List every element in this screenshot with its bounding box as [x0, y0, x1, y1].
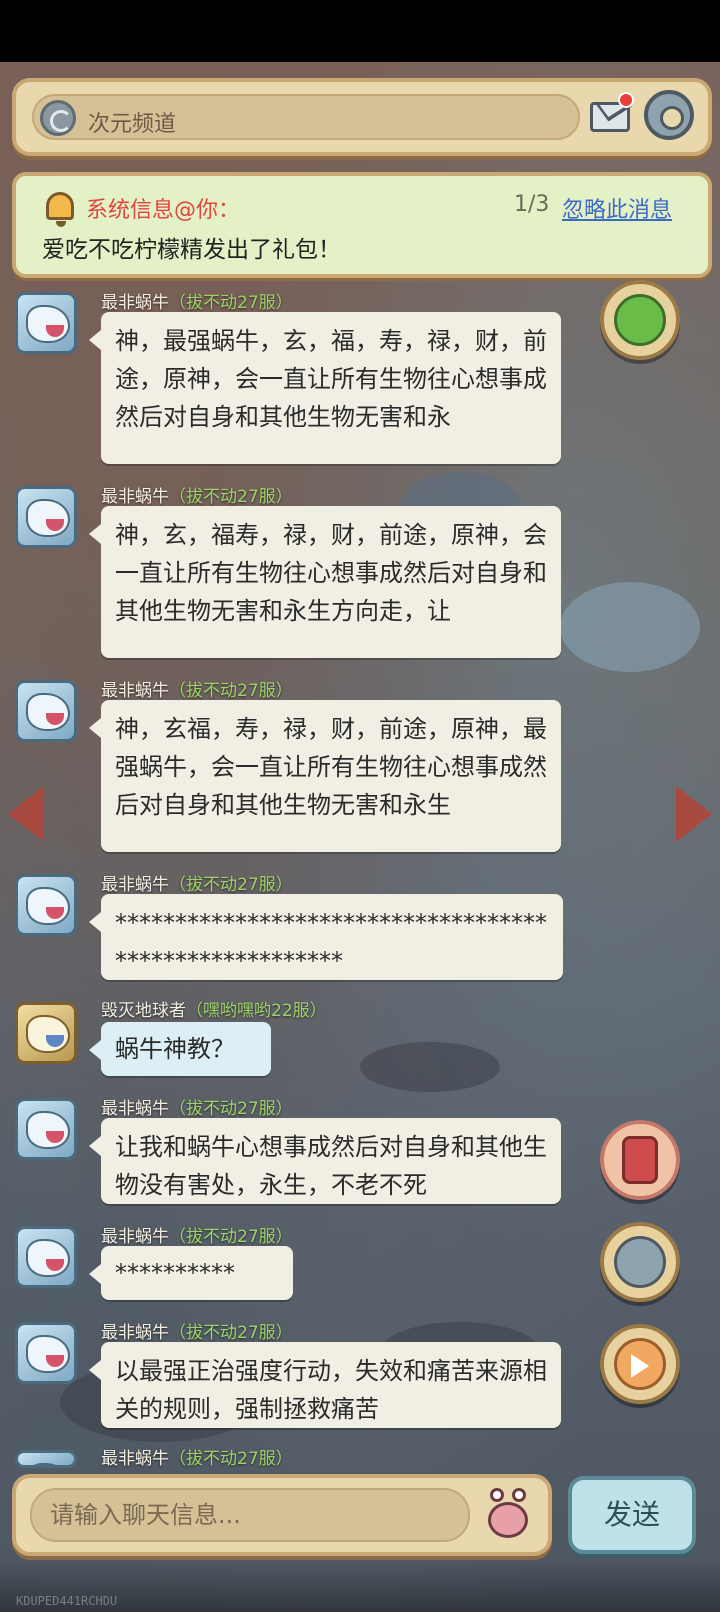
sender-name: 最非蜗牛（拔不动27服）	[101, 293, 293, 313]
message-bubble: 神，玄，福寿，禄，财，前途，原神，会一直让所有生物往心想事成然后对自身和其他生物…	[89, 506, 561, 658]
sender-name: 最非蜗牛（拔不动27服）	[101, 681, 293, 701]
message-bubble: 神，玄福，寿，禄，财，前途，原神，最强蜗牛，会一直让所有生物往心想事成然后对自身…	[89, 700, 561, 852]
ignore-message-link[interactable]: 忽略此消息	[562, 192, 672, 224]
sender-name: 最非蜗牛（拔不动27服）	[101, 1227, 293, 1247]
corner-id-text: KDUPED441RCHDU	[16, 1594, 118, 1608]
next-button[interactable]	[600, 1324, 680, 1404]
wechat-icon	[614, 294, 666, 346]
message-bubble: 以最强正治强度行动，失效和痛苦来源相关的规则，强制拯救痛苦	[89, 1342, 561, 1428]
emoji-button[interactable]	[482, 1488, 536, 1544]
status-bar	[0, 0, 720, 62]
scene-left-arrow[interactable]	[8, 786, 44, 842]
arrow-right-icon	[614, 1338, 666, 1390]
sender-name: 最非蜗牛（拔不动27服）	[101, 1449, 293, 1469]
scene-right-arrow[interactable]	[676, 786, 712, 842]
sender-name: 毁灭地球者（嘿哟嘿哟22服）	[101, 1001, 327, 1021]
system-notice-count: 1/3	[514, 192, 550, 217]
chat-input[interactable]	[30, 1488, 470, 1542]
send-button[interactable]: 发送	[568, 1476, 696, 1554]
sender-name: 最非蜗牛（拔不动27服）	[101, 1099, 293, 1119]
channel-icon	[40, 100, 76, 136]
avatar[interactable]	[15, 680, 77, 742]
avatar[interactable]	[15, 1002, 77, 1064]
message-bubble: 蜗牛神教？	[89, 1022, 271, 1076]
avatar[interactable]	[15, 1322, 77, 1384]
wechat-share-button[interactable]	[600, 280, 680, 360]
message-bubble: **********	[89, 1246, 293, 1300]
sender-name: 最非蜗牛（拔不动27服）	[101, 875, 293, 895]
red-packet-button[interactable]	[600, 1120, 680, 1200]
message-bubble: ****************************************…	[89, 894, 563, 980]
red-packet-icon	[622, 1136, 658, 1184]
avatar[interactable]	[15, 874, 77, 936]
refresh-button[interactable]	[600, 1222, 680, 1302]
emoji-icon	[488, 1502, 528, 1538]
system-notice-text: 爱吃不吃柠檬精发出了礼包！	[42, 237, 341, 263]
notification-dot	[618, 92, 634, 108]
avatar[interactable]	[15, 1226, 77, 1288]
sender-name: 最非蜗牛（拔不动27服）	[101, 487, 293, 507]
refresh-icon	[614, 1236, 666, 1288]
bell-icon	[42, 186, 78, 227]
avatar[interactable]	[15, 1098, 77, 1160]
system-notice: 系统信息@你： 1/3 忽略此消息 爱吃不吃柠檬精发出了礼包！	[12, 172, 712, 278]
channel-label: 次元频道	[88, 112, 177, 137]
message-bubble: 神，最强蜗牛，玄，福，寿，禄，财，前途，原神，会一直让所有生物往心想事成然后对自…	[89, 312, 561, 464]
chat-input-bar	[12, 1474, 552, 1556]
avatar[interactable]	[15, 486, 77, 548]
channel-selector[interactable]: 次元频道	[32, 94, 580, 140]
avatar[interactable]	[15, 1450, 77, 1468]
mail-button[interactable]	[588, 92, 634, 138]
channel-bar: 次元频道	[12, 78, 712, 156]
system-notice-title: 系统信息@你：	[86, 198, 241, 223]
message-bubble: 让我和蜗牛心想事成然后对自身和其他生物没有害处，永生，不老不死	[89, 1118, 561, 1204]
sender-name: 最非蜗牛（拔不动27服）	[101, 1323, 293, 1343]
gear-icon[interactable]	[644, 90, 694, 140]
avatar[interactable]	[15, 292, 77, 354]
